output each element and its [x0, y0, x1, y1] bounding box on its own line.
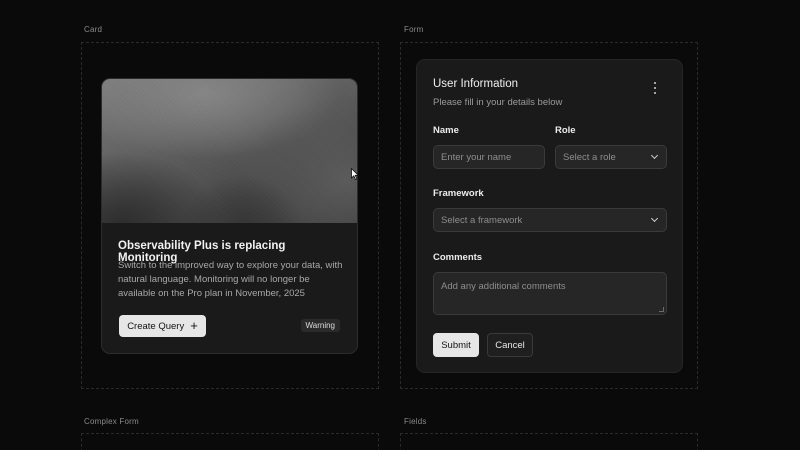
framework-label: Framework — [433, 188, 484, 199]
name-input[interactable]: Enter your name — [433, 145, 545, 169]
resize-handle-icon[interactable] — [659, 307, 664, 312]
name-label: Name — [433, 125, 459, 136]
form-subtitle: Please fill in your details below — [433, 97, 563, 108]
framework-select[interactable]: Select a framework — [433, 208, 667, 232]
framework-select-value: Select a framework — [441, 214, 523, 226]
kebab-menu-icon[interactable] — [652, 82, 658, 94]
complex-form-section-frame — [81, 433, 379, 450]
create-query-label: Create Query — [127, 320, 185, 332]
section-label-form: Form — [404, 25, 424, 34]
comments-textarea[interactable]: Add any additional comments — [433, 272, 667, 315]
comments-placeholder: Add any additional comments — [441, 281, 566, 292]
role-label: Role — [555, 125, 576, 136]
cancel-button[interactable]: Cancel — [487, 333, 533, 357]
submit-button[interactable]: Submit — [433, 333, 479, 357]
section-label-fields: Fields — [404, 417, 427, 426]
form-title: User Information — [433, 78, 519, 90]
mouse-cursor-icon — [351, 168, 359, 180]
fields-section-frame — [400, 433, 698, 450]
role-select-value: Select a role — [563, 151, 616, 163]
create-query-button[interactable]: Create Query + — [119, 315, 206, 337]
user-information-form: User Information Please fill in your det… — [416, 59, 683, 373]
notice-card: Observability Plus is replacing Monitori… — [101, 78, 358, 354]
chevron-down-icon — [650, 214, 659, 223]
section-label-card: Card — [84, 25, 103, 34]
role-select[interactable]: Select a role — [555, 145, 667, 169]
plus-icon: + — [190, 318, 198, 333]
chevron-down-icon — [650, 151, 659, 160]
section-label-complex-form: Complex Form — [84, 417, 139, 426]
card-image — [102, 79, 357, 223]
comments-label: Comments — [433, 252, 483, 263]
card-description: Switch to the improved way to explore yo… — [118, 260, 343, 299]
name-placeholder: Enter your name — [441, 151, 512, 163]
warning-badge: Warning — [300, 319, 340, 332]
